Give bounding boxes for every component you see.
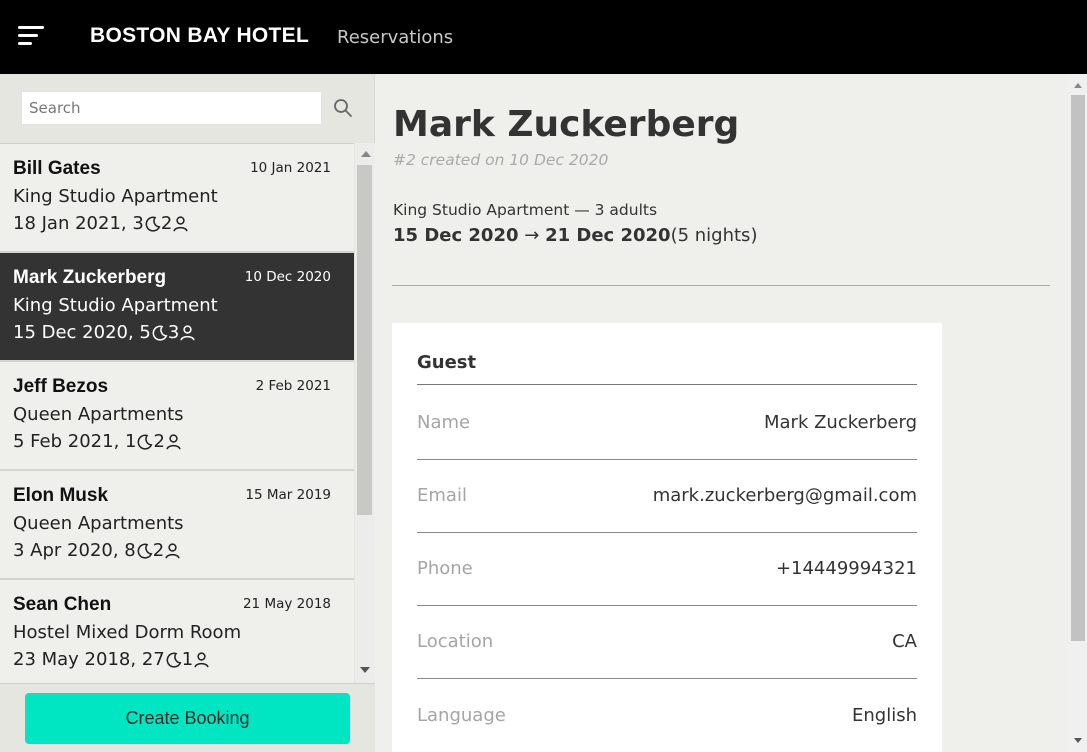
bookings-sidebar: Bill Gates 10 Jan 2021 King Studio Apart… bbox=[0, 74, 375, 752]
guest-field-value: CA bbox=[892, 631, 917, 652]
page-title: Mark Zuckerberg bbox=[393, 104, 740, 145]
booking-checkin-nights: 18 Jan 2021, 3 bbox=[13, 213, 144, 234]
card-title-divider bbox=[417, 384, 917, 385]
booking-guest-count: 2 bbox=[153, 431, 165, 452]
bookings-list-scrollbar[interactable] bbox=[355, 143, 375, 683]
scroll-down-arrow-icon[interactable] bbox=[360, 667, 370, 673]
booking-created-date: 15 Mar 2019 bbox=[245, 487, 331, 503]
booking-room-type: King Studio Apartment bbox=[13, 186, 218, 207]
guest-field-label: Location bbox=[417, 631, 494, 652]
booking-created-date: 10 Jan 2021 bbox=[250, 160, 331, 176]
guest-field-value: English bbox=[852, 705, 917, 726]
guest-field-value: Mark Zuckerberg bbox=[763, 412, 917, 433]
booking-detail: Mark Zuckerberg #2 created on 10 Dec 202… bbox=[375, 74, 1069, 752]
scroll-down-arrow-icon[interactable] bbox=[1074, 738, 1082, 743]
booking-guest-name: Sean Chen bbox=[13, 594, 112, 615]
moon-icon bbox=[137, 543, 153, 559]
booking-room-type: Queen Apartments bbox=[13, 404, 184, 425]
booking-checkin-nights: 15 Dec 2020, 5 bbox=[13, 322, 151, 343]
moon-icon bbox=[166, 652, 182, 668]
guest-field-row: Name Mark Zuckerberg bbox=[417, 386, 917, 460]
booking-guest-name: Elon Musk bbox=[13, 485, 109, 506]
search-icon[interactable] bbox=[333, 98, 353, 118]
booking-checkin-nights: 3 Apr 2020, 8 bbox=[13, 540, 136, 561]
bookings-list: Bill Gates 10 Jan 2021 King Studio Apart… bbox=[0, 143, 354, 683]
scrollbar-thumb[interactable] bbox=[357, 165, 372, 515]
hotel-brand: BOSTON BAY HOTEL bbox=[90, 24, 310, 47]
guest-field-value: mark.zuckerberg@gmail.com bbox=[652, 485, 917, 506]
guest-field-label: Phone bbox=[417, 558, 473, 579]
guest-field-label: Language bbox=[417, 705, 506, 726]
booking-guest-count: 1 bbox=[181, 649, 194, 670]
scroll-up-arrow-icon[interactable] bbox=[361, 151, 371, 157]
moon-icon bbox=[145, 216, 161, 232]
moon-icon bbox=[152, 325, 168, 341]
arrow-right-icon: → bbox=[524, 225, 540, 246]
page-scrollbar[interactable] bbox=[1069, 74, 1087, 752]
scroll-up-arrow-icon[interactable] bbox=[1074, 83, 1082, 88]
booking-checkin-nights: 23 May 2018, 27 bbox=[13, 649, 165, 670]
booking-stay-summary: 18 Jan 2021, 3 2 bbox=[13, 213, 189, 234]
guest-field-row: Language English bbox=[417, 679, 917, 752]
search-input[interactable] bbox=[22, 92, 321, 124]
booking-guest-name: Bill Gates bbox=[13, 158, 101, 179]
booking-stay-summary: 3 Apr 2020, 8 2 bbox=[13, 540, 181, 561]
guest-field-row: Location CA bbox=[417, 605, 917, 679]
guest-field-value: +14449994321 bbox=[775, 558, 917, 579]
booking-start-date: 15 Dec 2020 bbox=[393, 225, 519, 246]
booking-list-item[interactable]: Bill Gates 10 Jan 2021 King Studio Apart… bbox=[0, 144, 354, 253]
top-bar: BOSTON BAY HOTEL Reservations bbox=[0, 0, 1087, 74]
person-icon bbox=[166, 434, 181, 450]
booking-room-type: King Studio Apartment bbox=[13, 295, 218, 316]
guest-field-label: Email bbox=[417, 485, 467, 506]
person-icon bbox=[173, 216, 188, 232]
booking-created-date: 2 Feb 2021 bbox=[255, 378, 331, 394]
guest-field-row: Email mark.zuckerberg@gmail.com bbox=[417, 459, 917, 533]
guest-field-label: Name bbox=[417, 412, 471, 433]
booking-end-date: 21 Dec 2020 bbox=[545, 225, 671, 246]
booking-room-summary: King Studio Apartment — 3 adults bbox=[393, 201, 658, 219]
moon-icon bbox=[138, 434, 153, 450]
guest-field-row: Phone +14449994321 bbox=[417, 532, 917, 606]
person-icon bbox=[194, 652, 209, 668]
booking-list-item[interactable]: Sean Chen 21 May 2018 Hostel Mixed Dorm … bbox=[0, 580, 354, 683]
booking-guest-count: 2 bbox=[152, 540, 165, 561]
create-booking-button[interactable]: Create Booking bbox=[25, 693, 350, 744]
guest-card-title: Guest bbox=[417, 352, 477, 373]
booking-list-item[interactable]: Elon Musk 15 Mar 2019 Queen Apartments 3… bbox=[0, 471, 354, 580]
booking-stay-summary: 5 Feb 2021, 1 2 bbox=[13, 431, 182, 452]
booking-stay-summary: 23 May 2018, 27 1 bbox=[13, 649, 210, 670]
booking-room-type: Queen Apartments bbox=[13, 513, 184, 534]
booking-guest-count: 2 bbox=[160, 213, 173, 234]
section-divider bbox=[392, 285, 1050, 286]
booking-guest-name: Mark Zuckerberg bbox=[13, 267, 167, 288]
booking-guest-name: Jeff Bezos bbox=[13, 376, 109, 397]
booking-created-date: 10 Dec 2020 bbox=[244, 269, 331, 285]
search-box bbox=[21, 91, 322, 125]
booking-list-item[interactable]: Mark Zuckerberg 10 Dec 2020 King Studio … bbox=[0, 253, 354, 362]
section-title: Reservations bbox=[337, 27, 454, 48]
booking-nights: (5 nights) bbox=[670, 225, 758, 246]
booking-date-range: 15 Dec 2020 → 21 Dec 2020(5 nights) bbox=[393, 225, 757, 246]
booking-list-item[interactable]: Jeff Bezos 2 Feb 2021 Queen Apartments 5… bbox=[0, 362, 354, 471]
guest-card: Guest Name Mark Zuckerberg Email mark.zu… bbox=[392, 323, 942, 752]
booking-room-type: Hostel Mixed Dorm Room bbox=[13, 622, 242, 643]
booking-subtitle: #2 created on 10 Dec 2020 bbox=[393, 151, 609, 169]
scrollbar-thumb[interactable] bbox=[1071, 95, 1085, 641]
booking-created-date: 21 May 2018 bbox=[242, 596, 331, 612]
booking-stay-summary: 15 Dec 2020, 5 3 bbox=[13, 322, 196, 343]
sidebar-footer: Create Booking bbox=[0, 683, 375, 752]
booking-guest-count: 3 bbox=[167, 322, 180, 343]
person-icon bbox=[165, 543, 180, 559]
booking-checkin-nights: 5 Feb 2021, 1 bbox=[13, 431, 137, 452]
person-icon bbox=[180, 325, 195, 341]
hamburger-menu-icon[interactable] bbox=[18, 26, 44, 48]
